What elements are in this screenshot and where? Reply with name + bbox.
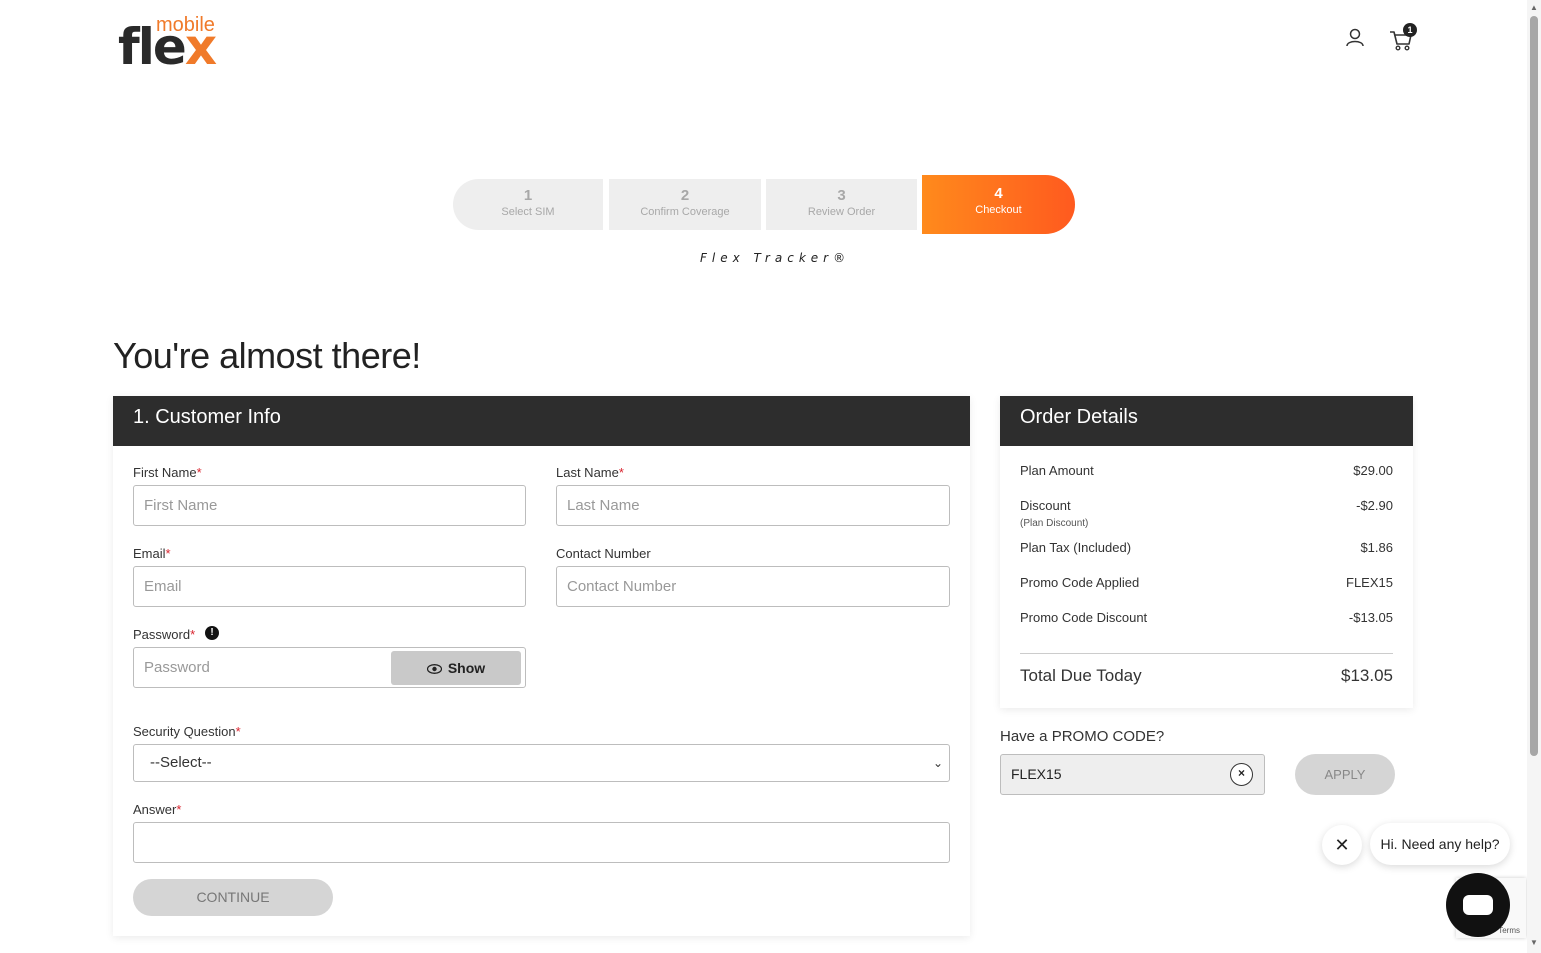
required-asterisk: *: [190, 627, 196, 642]
page-title: You're almost there!: [113, 335, 421, 376]
security-question-select[interactable]: --Select-- ⌄: [133, 744, 950, 782]
answer-input[interactable]: [133, 822, 950, 863]
order-row-value: FLEX15: [1346, 575, 1393, 590]
order-row-label: Discount: [1020, 498, 1071, 513]
show-password-button[interactable]: Show: [391, 651, 521, 685]
password-info-icon[interactable]: !: [205, 626, 219, 640]
security-question-label: Security Question*: [133, 724, 241, 739]
order-row-promo-discount: Promo Code Discount -$13.05: [1020, 610, 1393, 625]
security-question-value: --Select--: [150, 754, 212, 771]
required-asterisk: *: [165, 546, 171, 561]
security-question-label-text: Security Question: [133, 724, 236, 739]
step-review-order[interactable]: 3 Review Order: [766, 179, 917, 230]
order-row-promo-applied: Promo Code Applied FLEX15: [1020, 575, 1393, 590]
step-label: Select SIM: [501, 206, 555, 218]
step-number: 2: [680, 187, 690, 204]
apply-promo-button[interactable]: APPLY: [1295, 754, 1395, 795]
chat-launcher-button[interactable]: [1446, 873, 1510, 937]
order-row-plan-tax: Plan Tax (Included) $1.86: [1020, 540, 1393, 555]
required-asterisk: *: [176, 802, 182, 817]
required-asterisk: *: [235, 724, 241, 739]
chevron-down-icon: ⌄: [932, 756, 943, 770]
recaptcha-terms: Terms: [1498, 926, 1520, 935]
user-account-icon[interactable]: [1344, 27, 1366, 49]
step-number: 1: [523, 187, 533, 204]
order-row-label: Promo Code Discount: [1020, 610, 1148, 625]
last-name-label-text: Last Name: [556, 465, 619, 480]
promo-code-input[interactable]: FLEX15: [1000, 754, 1265, 795]
scroll-thumb[interactable]: [1530, 16, 1538, 756]
last-name-label: Last Name*: [556, 465, 624, 480]
close-chat-icon[interactable]: ✕: [1322, 825, 1362, 865]
promo-code-label: Have a PROMO CODE?: [1000, 728, 1165, 745]
chat-greeting-bubble[interactable]: Hi. Need any help?: [1370, 823, 1510, 865]
contact-number-input[interactable]: Contact Number: [556, 566, 950, 607]
order-row-value: $29.00: [1353, 463, 1393, 478]
order-row-label: Plan Amount: [1020, 463, 1094, 478]
order-details-heading: Order Details: [1000, 396, 1413, 446]
first-name-input[interactable]: First Name: [133, 485, 526, 526]
checkout-page: mobile flex 1 1 Select SIM 2 Confirm Cov…: [0, 0, 1541, 953]
order-row-value: -$13.05: [1348, 610, 1393, 625]
password-label: Password*: [133, 627, 195, 642]
order-row-value: -$2.90: [1356, 498, 1393, 513]
order-row-plan-amount: Plan Amount $29.00: [1020, 463, 1393, 478]
order-row-discount: Discount -$2.90: [1020, 498, 1393, 513]
step-number: 3: [837, 187, 846, 204]
step-select-sim[interactable]: 1 Select SIM: [453, 179, 603, 230]
checkout-stepper: 1 Select SIM 2 Confirm Coverage 3 Review…: [453, 175, 1075, 234]
order-details-card: Order Details Plan Amount $29.00 Discoun…: [1000, 396, 1413, 708]
continue-button[interactable]: CONTINUE: [133, 879, 333, 916]
password-label-text: Password: [133, 627, 191, 642]
contact-number-label: Contact Number: [556, 546, 651, 561]
order-row-label: Promo Code Applied: [1020, 575, 1140, 590]
first-name-label: First Name*: [133, 465, 202, 480]
flex-mobile-logo[interactable]: mobile flex: [118, 14, 228, 76]
step-number: 4: [994, 185, 1003, 202]
logo-flex-text: flex: [118, 18, 217, 76]
cart-count-badge: 1: [1403, 23, 1417, 37]
chat-icon: [1463, 895, 1493, 915]
answer-label-text: Answer: [133, 802, 177, 817]
last-name-input[interactable]: Last Name: [556, 485, 950, 526]
show-password-label: Show: [447, 660, 486, 676]
step-label: Confirm Coverage: [640, 206, 730, 218]
step-label: Review Order: [807, 206, 876, 218]
required-asterisk: *: [196, 465, 202, 480]
clear-promo-icon[interactable]: ×: [1230, 763, 1253, 786]
order-total-label: Total Due Today: [1020, 666, 1142, 685]
order-total-row: Total Due Today $13.05: [1020, 666, 1393, 686]
scroll-up-icon[interactable]: ▲: [1530, 3, 1538, 12]
step-confirm-coverage[interactable]: 2 Confirm Coverage: [609, 179, 761, 230]
required-asterisk: *: [618, 465, 624, 480]
email-input[interactable]: Email: [133, 566, 526, 607]
email-label-text: Email: [133, 546, 166, 561]
order-row-discount-note: (Plan Discount): [1020, 518, 1089, 529]
step-label: Checkout: [975, 204, 1022, 216]
order-divider: [1020, 653, 1393, 654]
order-total-value: $13.05: [1341, 666, 1393, 685]
order-row-label: Plan Tax (Included): [1020, 540, 1132, 555]
email-label: Email*: [133, 546, 171, 561]
step-checkout-active[interactable]: 4 Checkout: [922, 175, 1075, 234]
order-row-value: $1.86: [1360, 540, 1393, 555]
eye-icon: [426, 664, 442, 675]
logo-flex-x: x: [184, 18, 217, 76]
scroll-down-icon[interactable]: ▼: [1530, 938, 1538, 947]
answer-label: Answer*: [133, 802, 181, 817]
page-scrollbar[interactable]: ▲ ▼: [1527, 0, 1541, 953]
logo-flex-main: fle: [118, 18, 187, 76]
customer-info-heading: 1. Customer Info: [113, 396, 970, 446]
first-name-label-text: First Name: [133, 465, 197, 480]
flex-tracker-caption: Flex Tracker®: [700, 251, 851, 265]
